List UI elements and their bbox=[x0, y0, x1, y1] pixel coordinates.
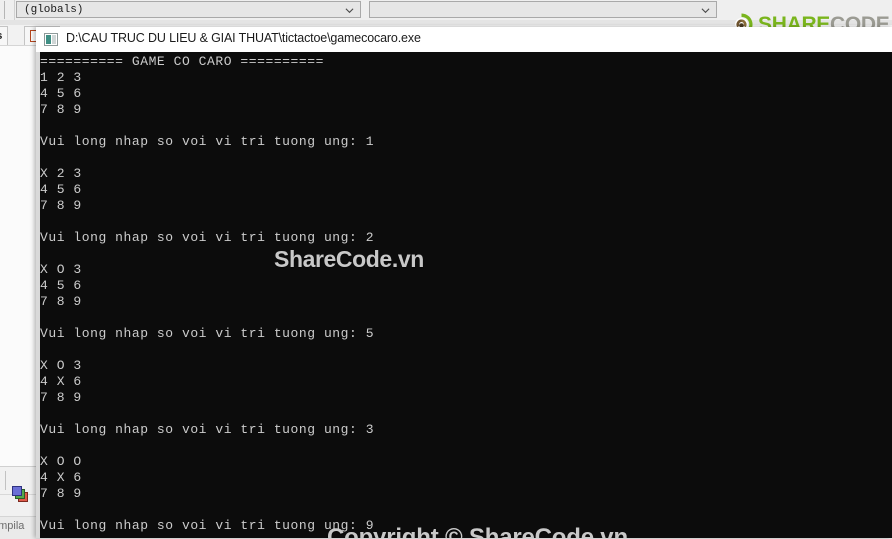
sidebar-item-classes[interactable]: ses bbox=[0, 26, 8, 45]
toolbar-separator bbox=[5, 471, 6, 490]
console-title-text: D:\CAU TRUC DU LIEU & GIAI THUAT\tictact… bbox=[66, 31, 421, 45]
chevron-down-icon bbox=[701, 6, 710, 15]
status-compile-label: ompila bbox=[0, 520, 24, 532]
chevron-down-icon bbox=[345, 6, 354, 15]
toolbar-gutter bbox=[0, 0, 15, 20]
members-dropdown[interactable] bbox=[369, 1, 717, 18]
globals-dropdown-value: (globals) bbox=[17, 4, 83, 16]
console-window[interactable]: D:\CAU TRUC DU LIEU & GIAI THUAT\tictact… bbox=[36, 27, 892, 538]
console-output-text: ========== GAME CO CARO ========== 1 2 3… bbox=[40, 54, 374, 534]
watermark-sharecode: ShareCode.vn bbox=[274, 246, 424, 273]
globals-dropdown[interactable]: (globals) bbox=[16, 1, 361, 18]
console-output-area[interactable]: ========== GAME CO CARO ========== 1 2 3… bbox=[40, 52, 892, 538]
cascade-windows-icon[interactable] bbox=[11, 484, 31, 504]
console-window-icon bbox=[44, 33, 58, 46]
console-title-bar[interactable]: D:\CAU TRUC DU LIEU & GIAI THUAT\tictact… bbox=[36, 27, 892, 52]
watermark-copyright: Copyright © ShareCode.vn bbox=[327, 524, 628, 538]
